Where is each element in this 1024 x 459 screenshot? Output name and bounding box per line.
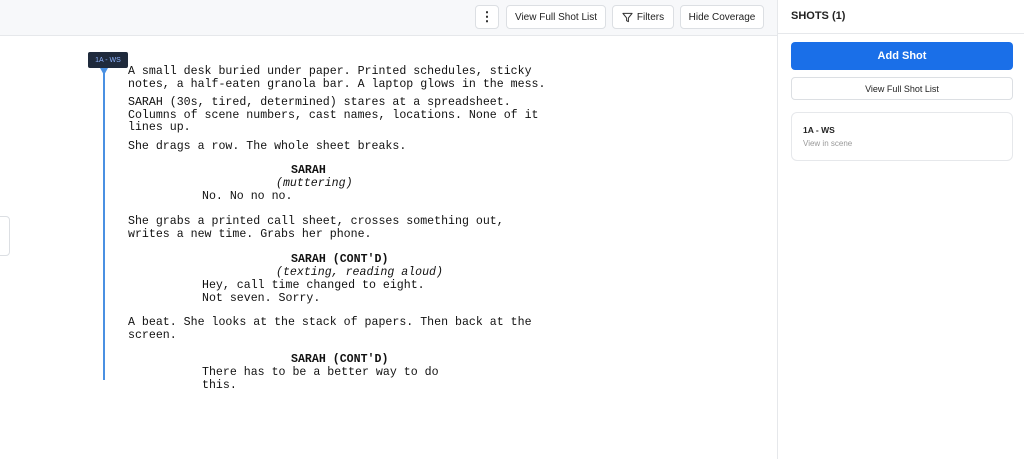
hide-coverage-button[interactable]: Hide Coverage xyxy=(680,5,764,29)
script-editor: ⋮ View Full Shot List Filters Hide Cover… xyxy=(0,0,777,459)
screenplay-page: A small desk buried under paper. Printed… xyxy=(128,65,545,391)
app-window: ⋮ View Full Shot List Filters Hide Cover… xyxy=(0,0,1024,459)
toolbar: ⋮ View Full Shot List Filters Hide Cover… xyxy=(0,0,777,36)
sidebar-view-full-shot-list-label: View Full Shot List xyxy=(865,83,939,94)
filter-icon xyxy=(622,12,633,22)
filters-button[interactable]: Filters xyxy=(612,5,674,29)
character-name: SARAH (CONT'D) xyxy=(291,353,389,366)
action-line: She drags a row. The whole sheet breaks. xyxy=(128,140,407,153)
character-name: SARAH xyxy=(291,164,326,177)
action-line: A small desk buried under paper. Printed… xyxy=(128,65,546,91)
parenthetical: (texting, reading aloud) xyxy=(276,266,443,279)
shot-marker-label: 1A - WS xyxy=(95,56,121,64)
character-name: SARAH (CONT'D) xyxy=(291,253,389,266)
sidebar-view-full-shot-list-button[interactable]: View Full Shot List xyxy=(791,77,1013,100)
more-options-button[interactable]: ⋮ xyxy=(475,5,499,29)
dialogue: There has to be a better way to do this. xyxy=(202,366,439,392)
panel-toggle-handle[interactable] xyxy=(0,216,10,256)
shot-card[interactable]: 1A - WS View in scene xyxy=(791,112,1013,161)
shots-sidebar: SHOTS (1) Add Shot View Full Shot List 1… xyxy=(777,0,1024,459)
shot-marker-tag[interactable]: 1A - WS xyxy=(88,52,128,68)
view-in-scene-link[interactable]: View in scene xyxy=(803,139,852,148)
action-line: She grabs a printed call sheet, crosses … xyxy=(128,215,504,241)
shots-header: SHOTS (1) xyxy=(778,0,1024,34)
action-line: SARAH (30s, tired, determined) stares at… xyxy=(128,96,539,135)
add-shot-label: Add Shot xyxy=(877,50,927,62)
dialogue: Hey, call time changed to eight. Not sev… xyxy=(202,279,425,305)
view-full-shot-list-button[interactable]: View Full Shot List xyxy=(506,5,606,29)
shot-coverage-line[interactable] xyxy=(103,70,105,380)
more-vertical-icon: ⋮ xyxy=(480,9,494,24)
add-shot-button[interactable]: Add Shot xyxy=(791,42,1013,70)
action-line: A beat. She looks at the stack of papers… xyxy=(128,316,532,342)
shot-card-title: 1A - WS xyxy=(803,125,835,135)
filters-label: Filters xyxy=(636,11,665,23)
dialogue: No. No no no. xyxy=(202,190,293,203)
view-full-shot-list-label: View Full Shot List xyxy=(514,11,598,23)
hide-coverage-label: Hide Coverage xyxy=(688,11,756,23)
parenthetical: (muttering) xyxy=(276,177,353,190)
